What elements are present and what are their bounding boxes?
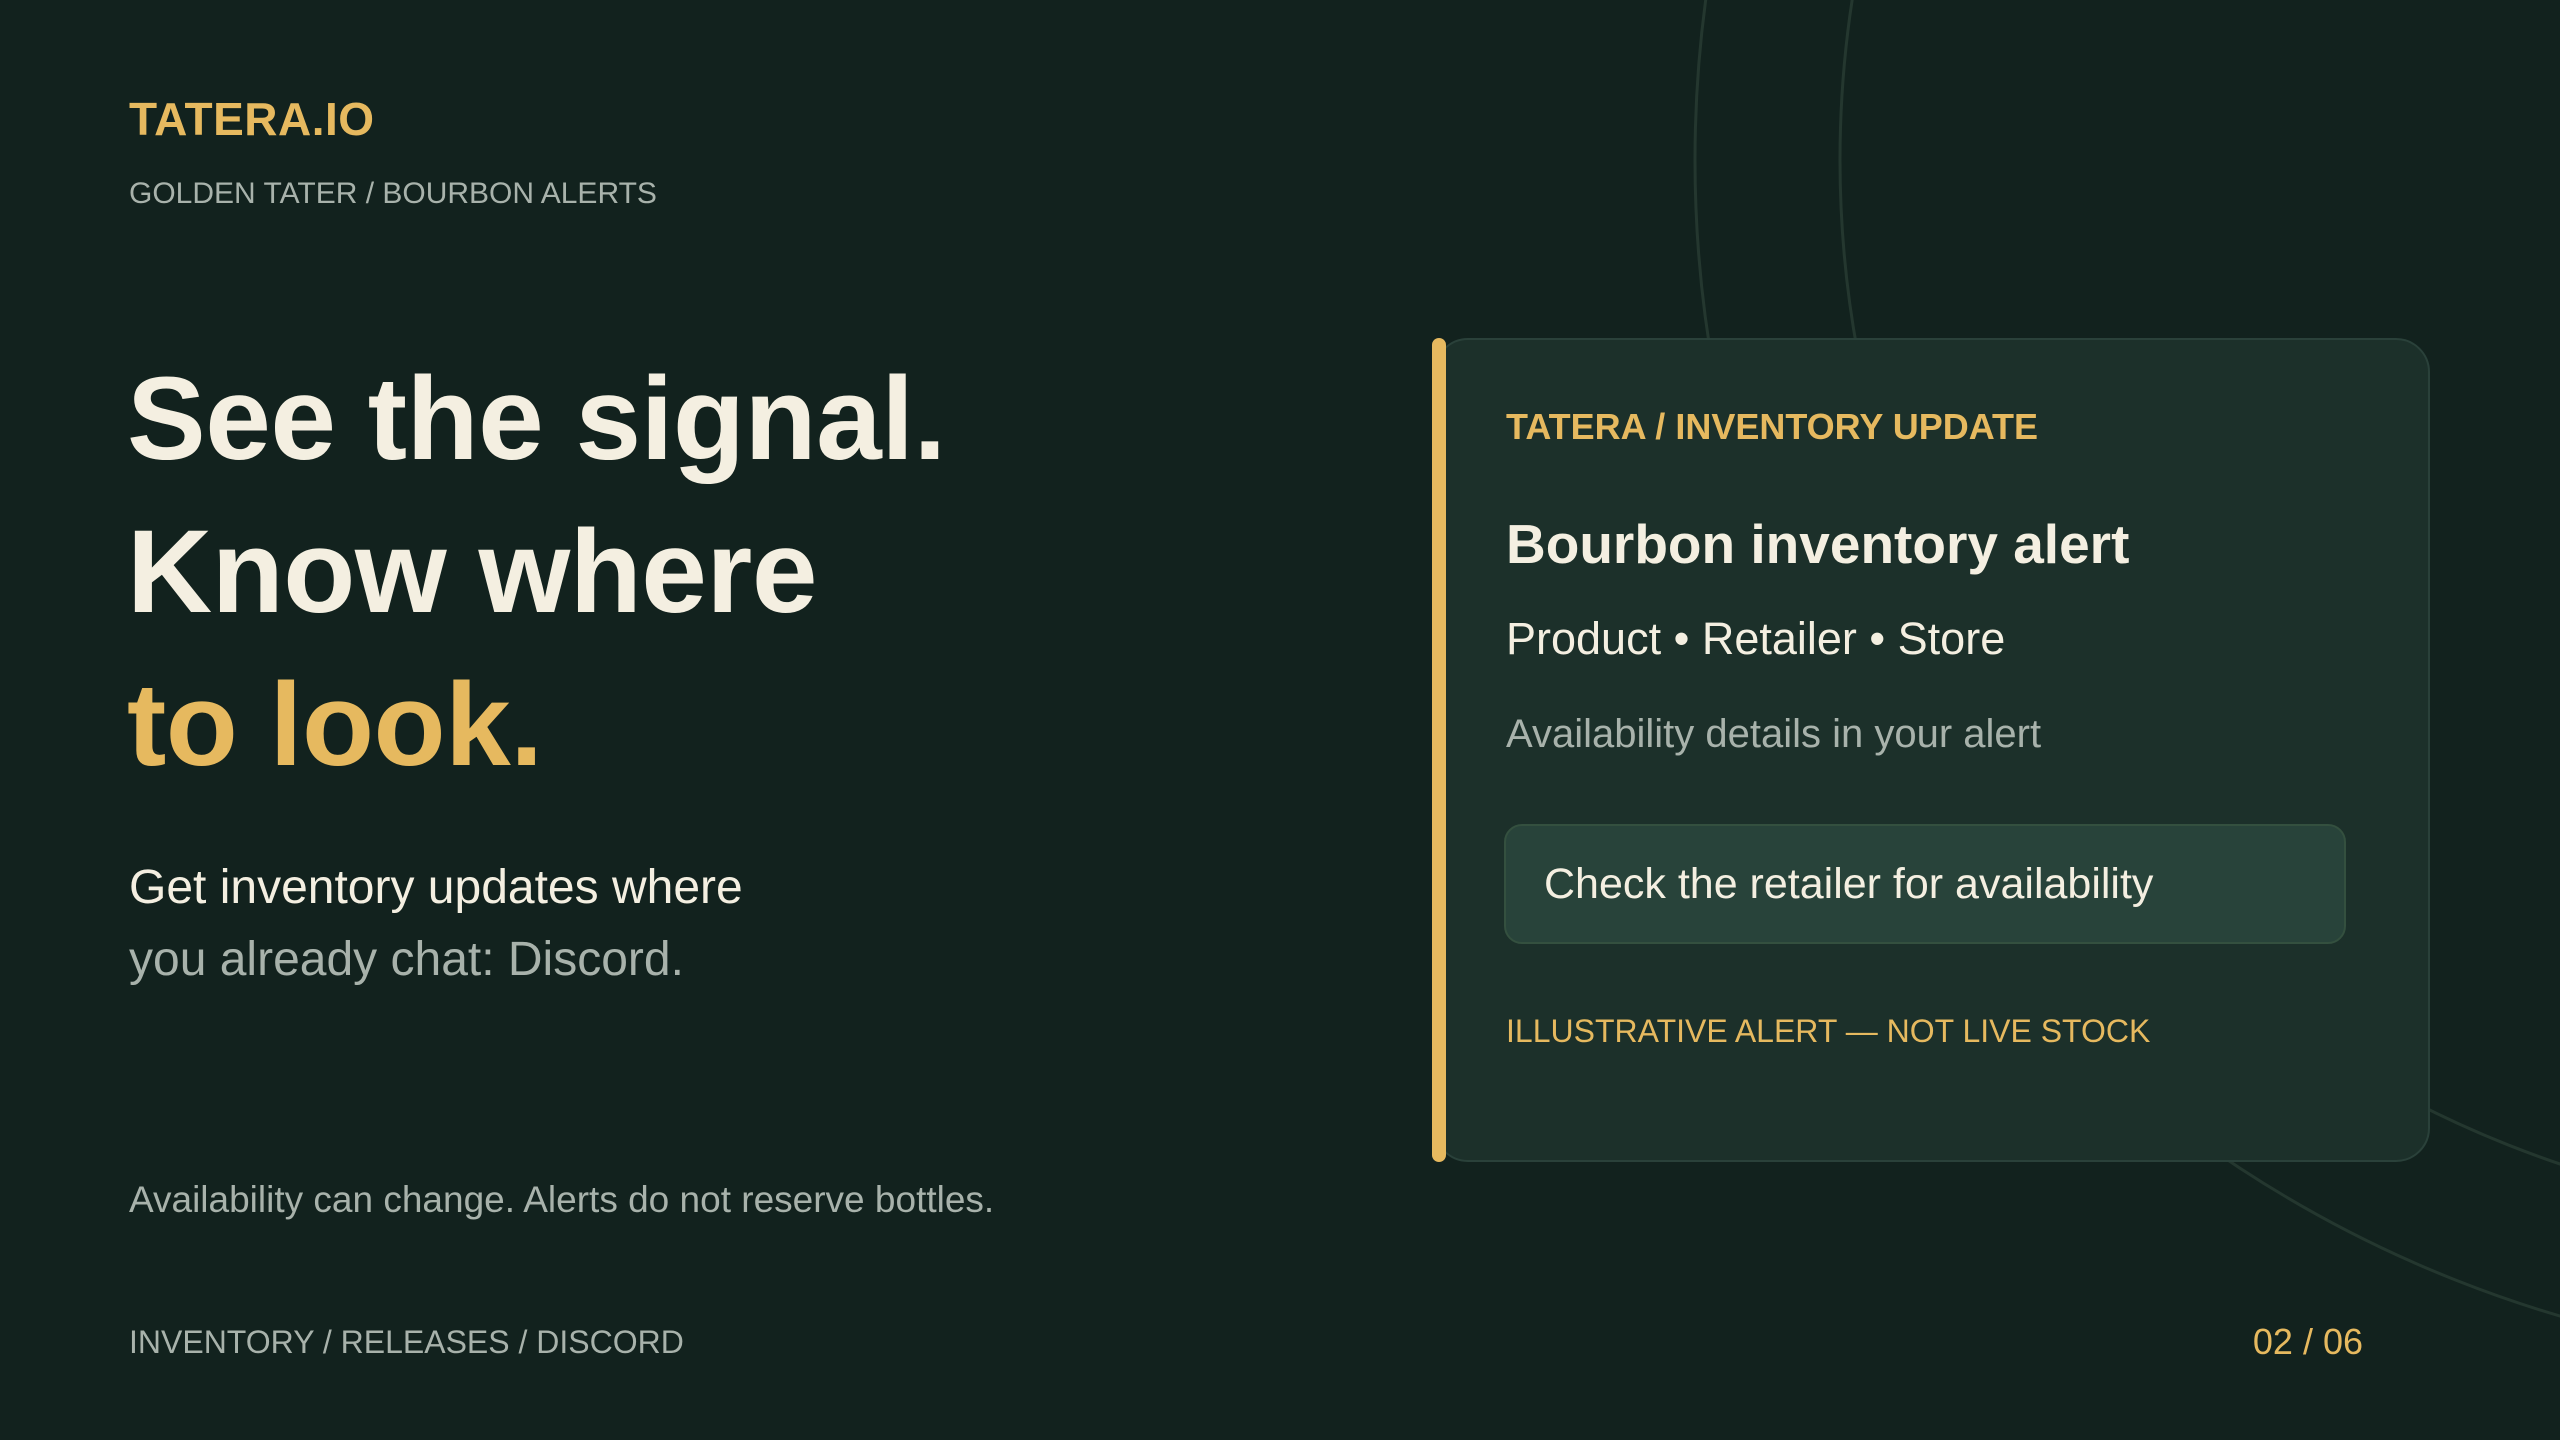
card-note: ILLUSTRATIVE ALERT — NOT LIVE STOCK (1506, 1013, 2151, 1049)
card-meta: Product • Retailer • Store (1506, 613, 2006, 664)
subtitle-line-1: Get inventory updates where (129, 861, 743, 914)
card-accent-bar (1432, 338, 1446, 1162)
subtitle-line-2: you already chat: Discord. (129, 933, 684, 986)
brand-logo: TATERA.IO (129, 93, 375, 145)
footer-nav: INVENTORY / RELEASES / DISCORD (129, 1324, 684, 1360)
hero-headline: See the signal. Know where to look. (127, 343, 946, 802)
hero-subtitle: Get inventory updates where you already … (129, 852, 743, 996)
headline-line-2: Know where (127, 506, 817, 638)
page-counter: 02 / 06 (2252, 1321, 2363, 1362)
card-detail: Availability details in your alert (1506, 712, 2042, 756)
availability-disclaimer: Availability can change. Alerts do not r… (129, 1179, 995, 1220)
headline-line-3: to look. (127, 659, 543, 791)
headline-line-1: See the signal. (127, 353, 946, 485)
check-retailer-button[interactable]: Check the retailer for availability (1504, 824, 2346, 944)
card-title: Bourbon inventory alert (1506, 513, 2130, 575)
breadcrumb: GOLDEN TATER / BOURBON ALERTS (129, 177, 657, 210)
card-kicker: TATERA / INVENTORY UPDATE (1506, 406, 2039, 447)
alert-card: TATERA / INVENTORY UPDATE Bourbon invent… (1434, 338, 2430, 1162)
